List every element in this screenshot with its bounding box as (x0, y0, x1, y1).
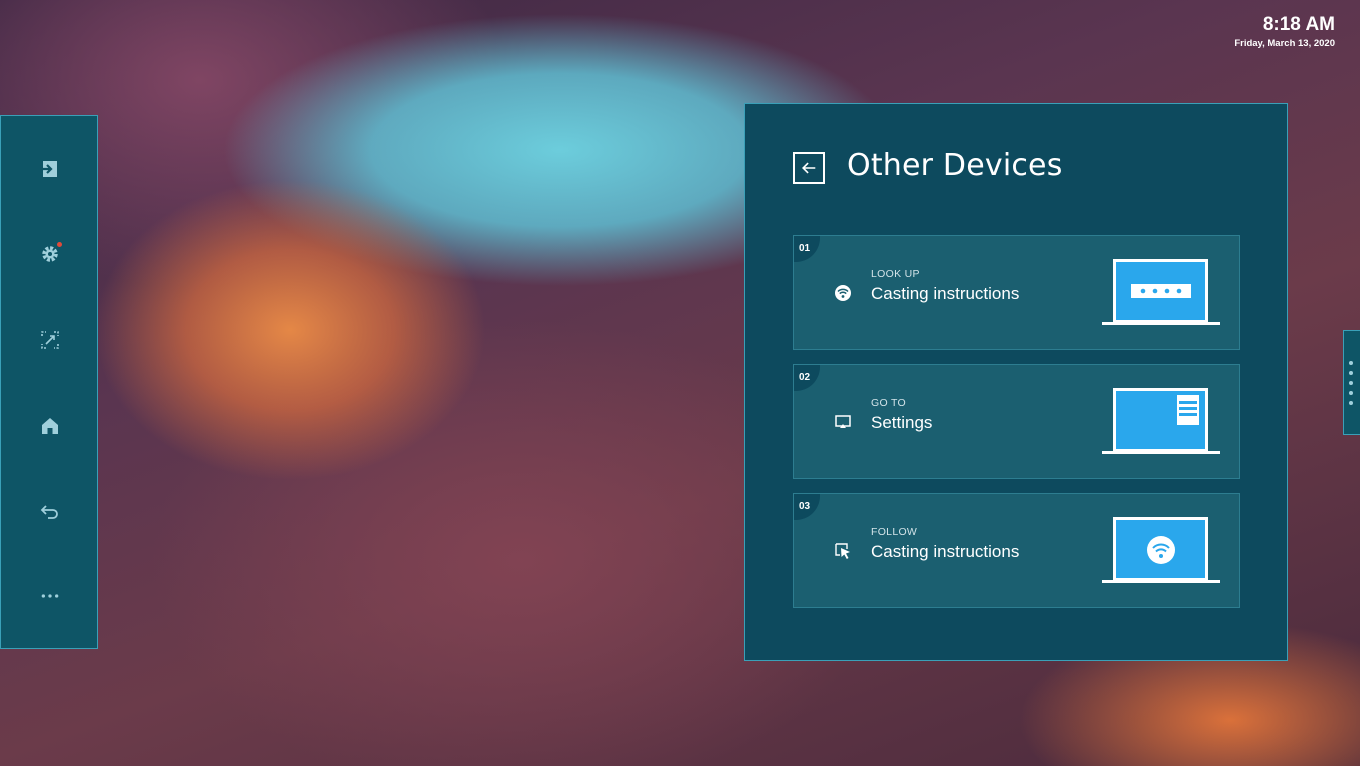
drag-dots-icon (1349, 361, 1353, 411)
step-number: 03 (794, 494, 820, 520)
sidebar-item-settings[interactable] (1, 234, 99, 274)
cursor-click-icon (835, 543, 850, 559)
step-card-follow[interactable]: 03 FOLLOW Casting instructions (793, 493, 1240, 608)
gear-icon (42, 246, 58, 262)
clock-time: 8:18 AM (1262, 14, 1335, 35)
step-card-go-to[interactable]: 02 GO TO Settings (793, 364, 1240, 479)
back-button[interactable] (793, 152, 825, 184)
laptop-wifi-illustration (1102, 517, 1220, 583)
clock-date: Friday, March 13, 2020 (1234, 38, 1335, 49)
wifi-icon (835, 285, 851, 301)
sidebar-item-sign-in[interactable] (1, 149, 99, 189)
laptop-settings-illustration (1102, 388, 1220, 454)
laptop-password-illustration (1102, 259, 1220, 325)
notification-badge (57, 242, 62, 247)
other-devices-panel: Other Devices 01 LOOK UP Casting instruc… (744, 103, 1288, 661)
step-eyebrow: FOLLOW (871, 526, 918, 538)
page-title: Other Devices (847, 148, 1063, 183)
step-eyebrow: GO TO (871, 397, 906, 409)
sidebar (0, 115, 98, 649)
cast-screen-icon (835, 415, 851, 428)
back-arrow-icon (802, 162, 816, 174)
step-eyebrow: LOOK UP (871, 268, 920, 280)
sidebar-item-screen-share[interactable] (1, 320, 99, 360)
step-card-look-up[interactable]: 01 LOOK UP Casting instructions (793, 235, 1240, 350)
step-number: 02 (794, 365, 820, 391)
sidebar-item-more[interactable] (1, 576, 99, 616)
sidebar-item-undo[interactable] (1, 491, 99, 531)
screen-share-icon (41, 331, 59, 349)
step-number: 01 (794, 236, 820, 262)
undo-icon (40, 505, 58, 519)
step-label: Casting instructions (871, 542, 1020, 561)
clock: 8:18 AM Friday, March 13, 2020 (1234, 14, 1335, 49)
step-label: Casting instructions (871, 284, 1020, 303)
sign-in-icon (41, 161, 57, 177)
right-edge-handle[interactable] (1343, 330, 1360, 435)
more-icon (41, 594, 59, 598)
sidebar-item-home[interactable] (1, 406, 99, 446)
home-icon (42, 418, 58, 434)
step-label: Settings (871, 413, 933, 432)
